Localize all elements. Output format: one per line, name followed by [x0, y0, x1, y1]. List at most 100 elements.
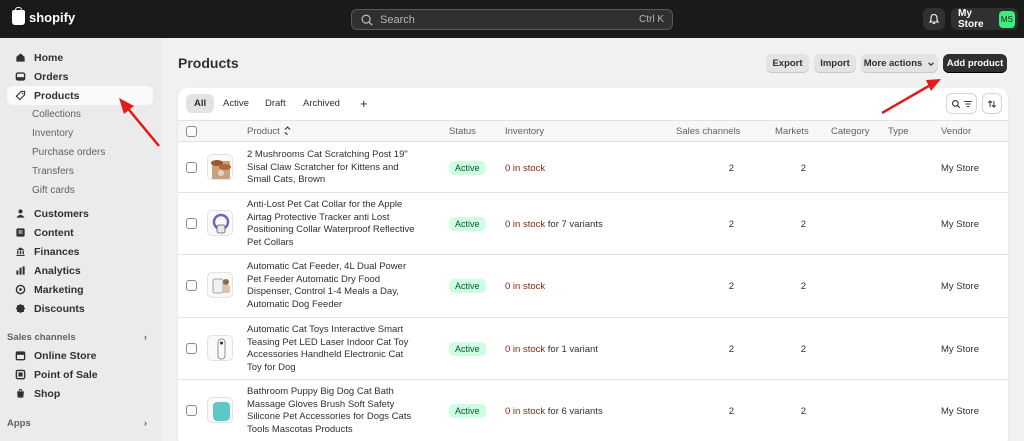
person-icon [16, 209, 25, 218]
page-title: Products [178, 55, 239, 71]
table-row[interactable]: Anti-Lost Pet Cat Collar for the Apple A… [178, 193, 1008, 255]
column-product-label: Product [247, 126, 280, 137]
search-input[interactable]: Search Ctrl K [351, 9, 673, 30]
column-vendor[interactable]: Vendor [941, 126, 971, 137]
sidebar-item-finances[interactable]: Finances [7, 242, 153, 261]
vendor-cell: My Store [941, 344, 980, 355]
sidebar-subitem-purchase-orders[interactable]: Purchase orders [32, 143, 105, 162]
tab-draft[interactable]: Draft [257, 94, 294, 113]
sidebar-item-orders[interactable]: Orders [7, 67, 153, 86]
sidebar-item-analytics[interactable]: Analytics [7, 261, 153, 280]
more-actions-button[interactable]: More actions [861, 54, 938, 73]
select-all-checkbox[interactable] [186, 126, 197, 137]
sidebar-item-shop[interactable]: Shop [7, 384, 153, 403]
column-markets[interactable]: Markets [775, 126, 809, 137]
status-badge: Active [449, 161, 486, 175]
product-title[interactable]: 2 Mushrooms Cat Scratching Post 19" Sisa… [247, 149, 417, 187]
table-row[interactable]: Bathroom Puppy Big Dog Cat Bath Massage … [178, 380, 1008, 441]
chart-icon [16, 266, 25, 275]
inventory-suffix: for 7 variants [545, 219, 603, 230]
orders-icon [15, 72, 26, 81]
sidebar-item-point-of-sale[interactable]: Point of Sale [7, 365, 153, 384]
sales-channels-section[interactable]: Sales channels › [7, 332, 153, 343]
product-title[interactable]: Automatic Cat Toys Interactive Smart Tea… [247, 324, 417, 374]
table-row[interactable]: Automatic Cat Toys Interactive Smart Tea… [178, 318, 1008, 380]
chevron-right-icon: › [143, 418, 147, 429]
row-checkbox[interactable] [186, 405, 197, 416]
search-filter-button[interactable] [946, 93, 977, 114]
sidebar-item-label: Customers [34, 207, 89, 220]
products-table-card: All Active Draft Archived + Product Stat… [178, 88, 1008, 441]
tab-active[interactable]: Active [215, 94, 257, 113]
sidebar: Home Orders Products Collections Invento… [0, 38, 162, 441]
markets-count: 2 [800, 219, 806, 230]
sidebar-item-discounts[interactable]: Discounts [7, 299, 153, 318]
sidebar-item-label: Analytics [34, 264, 81, 277]
sidebar-item-products[interactable]: Products [7, 86, 153, 105]
column-status[interactable]: Status [449, 126, 476, 137]
table-row[interactable]: 2 Mushrooms Cat Scratching Post 19" Sisa… [178, 142, 1008, 193]
shopify-logo[interactable]: shopify [12, 7, 75, 25]
add-product-button[interactable]: Add product [943, 54, 1007, 73]
home-icon [16, 53, 25, 62]
sidebar-item-online-store[interactable]: Online Store [7, 346, 153, 365]
sidebar-subitem-transfers[interactable]: Transfers [32, 162, 74, 181]
sidebar-item-marketing[interactable]: Marketing [7, 280, 153, 299]
sidebar-item-label: Marketing [34, 283, 84, 296]
column-inventory[interactable]: Inventory [505, 126, 544, 137]
product-thumbnail [207, 272, 233, 298]
inventory-cell: 0 in stock for 1 variant [505, 344, 598, 355]
inventory-cell: 0 in stock for 6 variants [505, 406, 603, 417]
sidebar-subitem-gift-cards[interactable]: Gift cards [32, 181, 75, 200]
status-badge: Active [449, 404, 486, 418]
notifications-button[interactable] [923, 8, 945, 30]
search-placeholder: Search [380, 13, 415, 26]
product-title[interactable]: Anti-Lost Pet Cat Collar for the Apple A… [247, 199, 417, 249]
tab-archived[interactable]: Archived [295, 94, 348, 113]
sidebar-subitem-inventory[interactable]: Inventory [32, 124, 73, 143]
column-type[interactable]: Type [888, 126, 909, 137]
store-menu-button[interactable]: My Store MS [951, 8, 1018, 30]
markets-count: 2 [800, 406, 806, 417]
markets-count: 2 [800, 281, 806, 292]
status-badge: Active [449, 217, 486, 231]
row-checkbox[interactable] [186, 218, 197, 229]
column-category[interactable]: Category [831, 126, 870, 137]
vendor-cell: My Store [941, 163, 980, 174]
import-button[interactable]: Import [814, 54, 856, 73]
target-icon [15, 284, 26, 295]
shopify-bag-icon [12, 7, 25, 25]
apps-section[interactable]: Apps › [7, 418, 153, 429]
table-header: Product Status Inventory Sales channels … [178, 120, 1008, 142]
avatar: MS [998, 10, 1015, 28]
sidebar-item-label: Home [34, 51, 64, 64]
column-sales-channels[interactable]: Sales channels [676, 126, 740, 137]
sidebar-subitem-collections[interactable]: Collections [32, 105, 81, 124]
sidebar-item-label: Content [34, 226, 74, 239]
shop-icon [17, 388, 24, 398]
table-row[interactable]: Automatic Cat Feeder, 4L Dual Power Pet … [178, 255, 1008, 318]
column-product[interactable]: Product [247, 126, 291, 137]
top-bar: shopify Search Ctrl K My Store MS [0, 0, 1024, 38]
out-of-stock-text: 0 in stock [505, 344, 546, 355]
vendor-cell: My Store [941, 281, 980, 292]
inventory-suffix: for 6 variants [545, 406, 603, 417]
row-checkbox[interactable] [186, 343, 197, 354]
sidebar-item-customers[interactable]: Customers [7, 204, 153, 223]
row-checkbox[interactable] [186, 280, 197, 291]
filter-icon [963, 100, 972, 107]
tab-all[interactable]: All [186, 94, 215, 113]
product-title[interactable]: Bathroom Puppy Big Dog Cat Bath Massage … [247, 386, 417, 436]
product-thumbnail [207, 154, 233, 180]
sidebar-item-content[interactable]: Content [7, 223, 153, 242]
product-title[interactable]: Automatic Cat Feeder, 4L Dual Power Pet … [247, 261, 417, 311]
sort-arrows-icon [284, 126, 291, 136]
search-shortcut: Ctrl K [639, 14, 664, 25]
row-checkbox[interactable] [186, 162, 197, 173]
add-view-button[interactable]: + [352, 94, 376, 113]
out-of-stock-text: 0 in stock [505, 219, 546, 230]
export-button[interactable]: Export [766, 54, 809, 73]
inventory-cell: 0 in stock [505, 163, 545, 174]
sidebar-item-home[interactable]: Home [7, 48, 153, 67]
sort-button[interactable] [982, 93, 1002, 114]
